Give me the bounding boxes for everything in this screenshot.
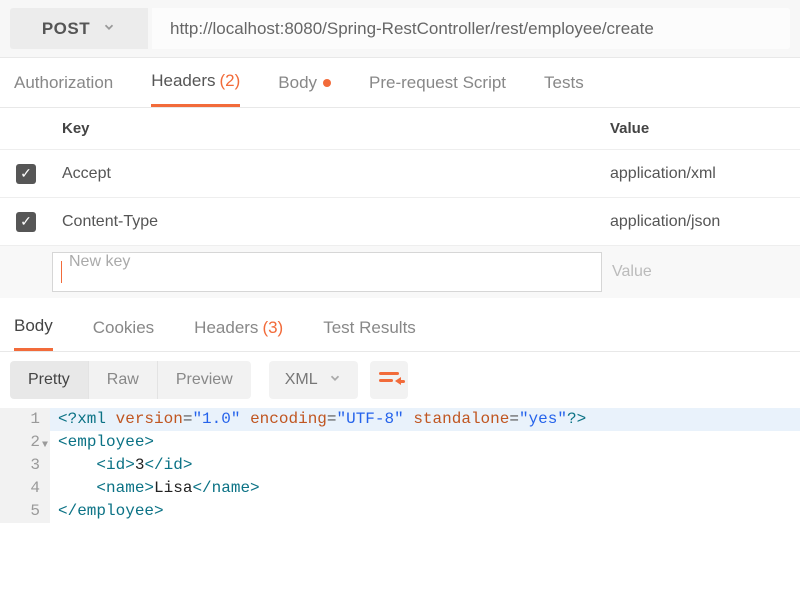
view-pretty-button[interactable]: Pretty [10,361,88,399]
wrap-icon [379,372,399,388]
new-value-placeholder: Value [612,263,652,280]
line-number: 5 [0,500,50,523]
new-header-row: New key Value [0,246,800,298]
button-label: Preview [176,371,233,389]
new-value-input[interactable]: Value [602,263,792,281]
tab-response-body[interactable]: Body [14,304,53,351]
code-text: <id>3</id> [50,454,800,477]
code-text: <employee> [50,431,800,454]
tab-body[interactable]: Body [278,58,331,107]
headers-table: Key Value ✓ Acceptapplication/xml ✓ Content… [0,108,800,298]
code-line: 5</employee> [0,500,800,523]
chevron-down-icon [328,371,342,390]
tab-label: Authorization [14,73,113,93]
tab-authorization[interactable]: Authorization [14,58,113,107]
col-header-key: Key [52,120,600,137]
tab-headers[interactable]: Headers (2) [151,58,240,107]
header-enabled-checkbox[interactable]: ✓ [16,212,36,232]
code-line: 3 <id>3</id> [0,454,800,477]
line-number: 1 [0,408,50,431]
tab-count: (2) [220,71,241,91]
header-row: ✓ Content-Typeapplication/json [0,198,800,246]
tab-label: Test Results [323,318,416,338]
tab-label: Body [14,316,53,336]
code-text: </employee> [50,500,800,523]
format-label: XML [285,371,318,389]
new-key-placeholder: New key [69,253,130,270]
tab-label: Headers [151,71,215,91]
tab-label: Headers [194,318,258,338]
code-line: 2▼<employee> [0,431,800,454]
headers-table-header: Key Value [0,108,800,150]
wrap-lines-button[interactable] [370,361,408,399]
chevron-down-icon [102,19,116,39]
code-line: 1<?xml version="1.0" encoding="UTF-8" st… [0,408,800,431]
header-row: ✓ Acceptapplication/xml [0,150,800,198]
header-value-cell[interactable]: application/xml [600,165,800,183]
new-key-input[interactable]: New key [52,252,602,292]
response-tabs: Body Cookies Headers (3) Test Results [0,304,800,352]
code-line: 4 <name>Lisa</name> [0,477,800,500]
header-key-cell[interactable]: Accept [52,165,600,183]
tab-pre-request-script[interactable]: Pre-request Script [369,58,506,107]
url-input[interactable]: http://localhost:8080/Spring-RestControl… [152,8,790,49]
response-toolbar: Pretty Raw Preview XML [0,352,800,408]
line-number: 3 [0,454,50,477]
response-body-code[interactable]: 1<?xml version="1.0" encoding="UTF-8" st… [0,408,800,523]
view-mode-group: Pretty Raw Preview [10,361,251,399]
header-enabled-checkbox[interactable]: ✓ [16,164,36,184]
col-header-value: Value [600,120,800,137]
view-raw-button[interactable]: Raw [88,361,157,399]
line-number: 2▼ [0,431,50,454]
http-method-select[interactable]: POST [10,8,148,49]
url-text: http://localhost:8080/Spring-RestControl… [170,19,654,39]
modified-dot-icon [323,79,331,87]
line-number: 4 [0,477,50,500]
request-tabs: Authorization Headers (2) Body Pre-reque… [0,58,800,108]
tab-response-cookies[interactable]: Cookies [93,304,154,351]
tab-count: (3) [262,318,283,338]
request-bar: POST http://localhost:8080/Spring-RestCo… [0,0,800,58]
format-select[interactable]: XML [269,361,358,399]
button-label: Pretty [28,371,70,389]
tab-response-test-results[interactable]: Test Results [323,304,416,351]
button-label: Raw [107,371,139,389]
tab-label: Body [278,73,317,93]
tab-tests[interactable]: Tests [544,58,584,107]
header-value-cell[interactable]: application/json [600,213,800,231]
code-text: <?xml version="1.0" encoding="UTF-8" sta… [50,408,800,431]
http-method-label: POST [42,19,90,39]
tab-label: Pre-request Script [369,73,506,93]
tab-label: Tests [544,73,584,93]
view-preview-button[interactable]: Preview [157,361,251,399]
tab-label: Cookies [93,318,154,338]
code-text: <name>Lisa</name> [50,477,800,500]
tab-response-headers[interactable]: Headers (3) [194,304,283,351]
header-key-cell[interactable]: Content-Type [52,213,600,231]
